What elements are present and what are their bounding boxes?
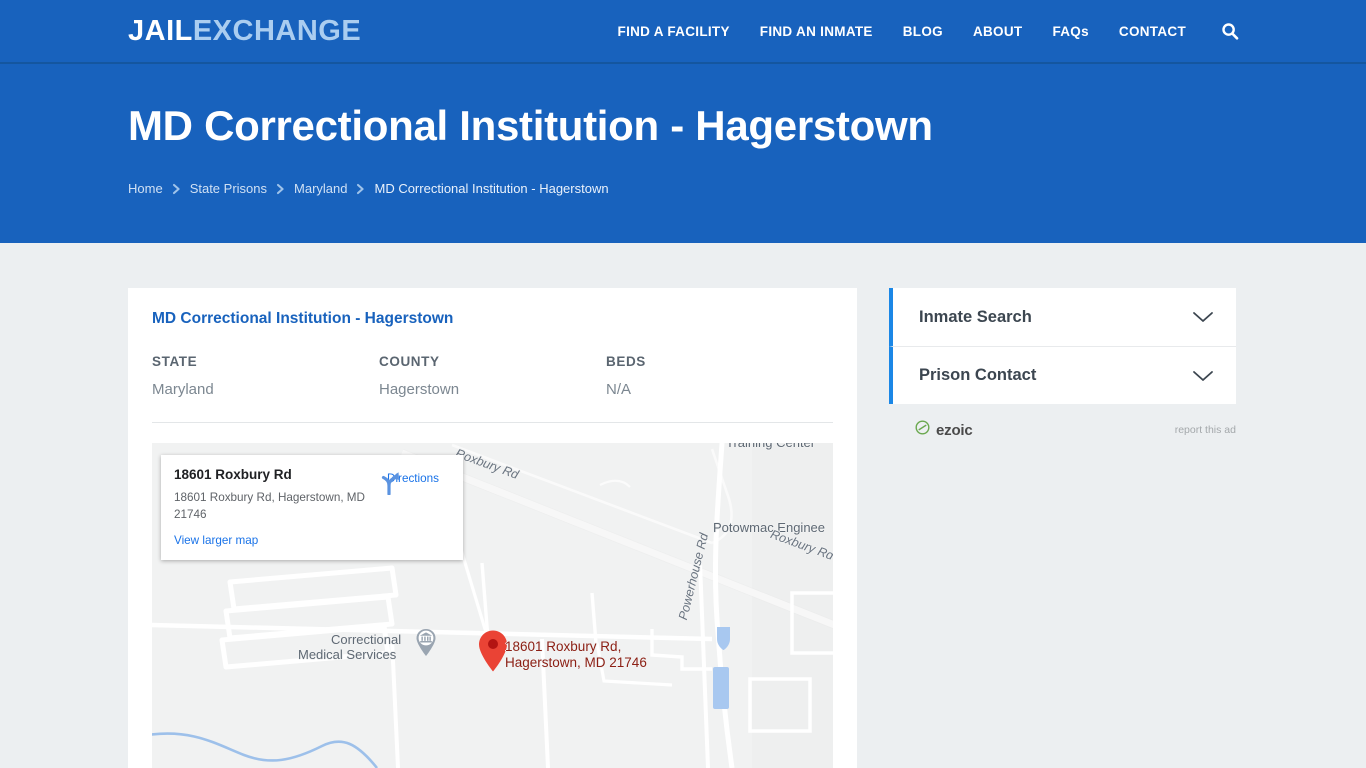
page-hero: MD Correctional Institution - Hagerstown… [0,64,1366,243]
primary-nav: FIND A FACILITY FIND AN INMATE BLOG ABOU… [618,21,1240,41]
location-map[interactable]: Training Center Potowmac Enginee Correct… [152,443,833,768]
ad-attribution-row: ezoic report this ad [889,420,1236,440]
breadcrumb-item-home[interactable]: Home [128,181,163,196]
nav-item-find-a-facility[interactable]: FIND A FACILITY [618,24,730,39]
report-this-ad-link[interactable]: report this ad [1175,424,1236,436]
breadcrumb-item-current: MD Correctional Institution - Hagerstown [374,181,609,196]
directions-button[interactable]: Directions [376,469,450,495]
site-logo[interactable]: JAILEXCHANGE [128,14,362,47]
chevron-down-icon[interactable] [1192,369,1214,383]
map-info-card: 18601 Roxbury Rd 18601 Roxbury Rd, Hager… [161,455,463,561]
chevron-right-icon [356,183,365,195]
page-title: MD Correctional Institution - Hagerstown [128,102,933,149]
chevron-right-icon [276,183,285,195]
ezoic-logo-icon [915,420,930,440]
map-pin-label: 18601 Roxbury Rd, Hagerstown, MD 21746 [505,639,647,672]
accordion-title-inmate-search: Inmate Search [919,307,1032,326]
fact-label-county: COUNTY [379,354,440,369]
facility-name: MD Correctional Institution - Hagerstown [152,310,454,327]
nav-item-contact[interactable]: CONTACT [1119,24,1186,39]
logo-text-exchange: EXCHANGE [192,14,362,47]
accordion-inmate-search[interactable]: Inmate Search [889,288,1236,346]
fact-county: COUNTY Hagerstown [379,354,606,398]
sidebar: Inmate Search Prison Contact ezoic repor… [889,288,1236,440]
nav-item-blog[interactable]: BLOG [903,24,943,39]
breadcrumb: Home State Prisons Maryland MD Correctio… [128,181,609,196]
map-pin-label-line2: Hagerstown, MD 21746 [505,655,647,671]
chevron-right-icon [172,183,181,195]
logo-text-jail: JAIL [128,14,193,47]
ezoic-label: ezoic [936,421,973,439]
fact-state: STATE Maryland [152,354,379,398]
nav-item-find-an-inmate[interactable]: FIND AN INMATE [760,24,873,39]
fact-value-county: Hagerstown [379,381,460,398]
breadcrumb-item-maryland[interactable]: Maryland [294,181,347,196]
ezoic-badge[interactable]: ezoic [915,420,973,440]
view-larger-map-link[interactable]: View larger map [174,534,258,547]
facility-card: MD Correctional Institution - Hagerstown… [128,288,857,768]
facility-facts: STATE Maryland COUNTY Hagerstown BEDS N/… [152,354,833,398]
nav-item-faqs[interactable]: FAQs [1052,24,1088,39]
fact-value-beds: N/A [606,381,632,398]
map-pin-label-line1: 18601 Roxbury Rd, [505,639,622,654]
nav-item-about[interactable]: ABOUT [973,24,1023,39]
breadcrumb-item-state-prisons[interactable]: State Prisons [190,181,267,196]
chevron-down-icon[interactable] [1192,310,1214,324]
card-divider [152,422,833,423]
accordion-prison-contact[interactable]: Prison Contact [889,346,1236,404]
map-info-address: 18601 Roxbury Rd, Hagerstown, MD 21746 [174,491,365,522]
accordion-title-prison-contact: Prison Contact [919,366,1037,384]
fact-label-state: STATE [152,354,198,369]
fact-value-state: Maryland [152,381,214,398]
fact-beds: BEDS N/A [606,354,833,398]
top-navigation-bar: JAILEXCHANGE FIND A FACILITY FIND AN INM… [0,0,1366,64]
search-icon[interactable] [1220,21,1240,41]
fact-label-beds: BEDS [606,354,646,369]
